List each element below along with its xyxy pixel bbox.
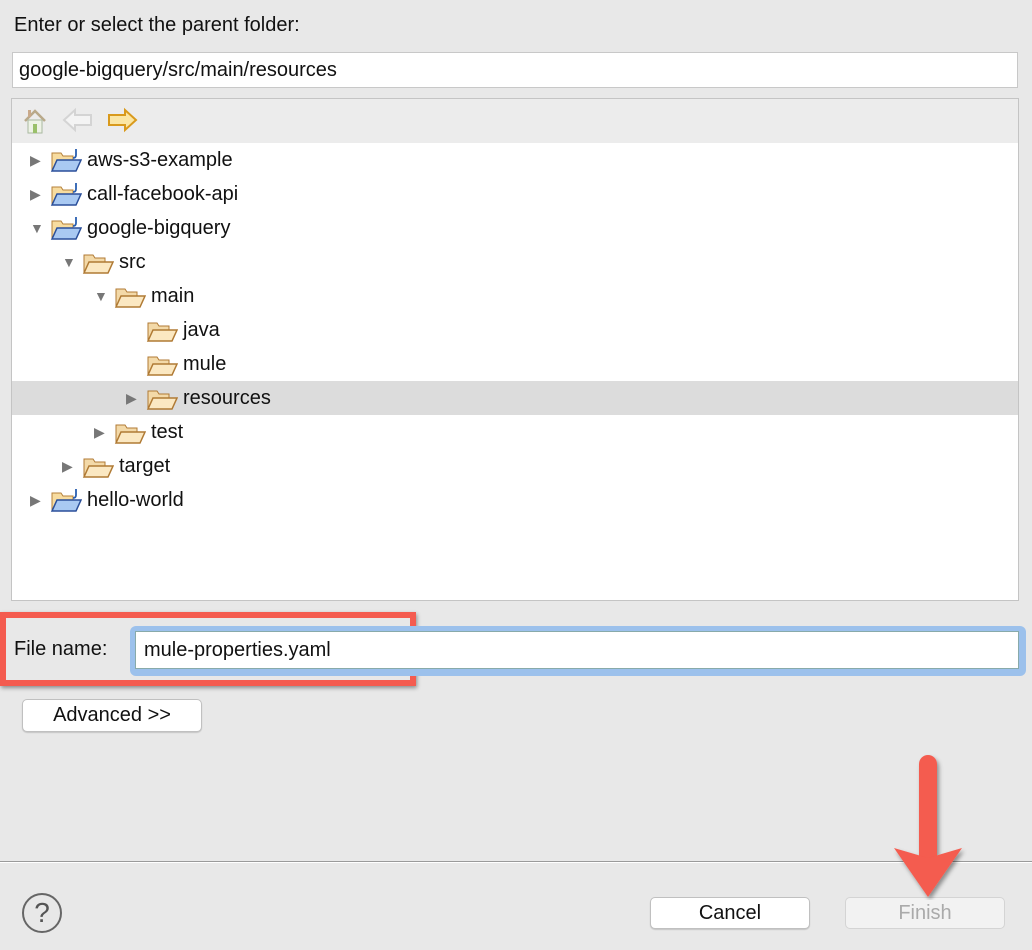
- tree-item[interactable]: ▶ aws-s3-example: [12, 143, 1018, 177]
- folder-tree-panel: ▶ aws-s3-example ▶ call-facebook-api ▼ google…: [11, 98, 1019, 601]
- tree-toolbar: [12, 99, 1018, 143]
- expanded-arrow-icon[interactable]: ▼: [30, 211, 44, 245]
- tree-item-label: java: [183, 319, 220, 341]
- tree-item[interactable]: ▶ target: [12, 449, 1018, 483]
- tree-item-label: target: [119, 455, 171, 477]
- tree-item-label: src: [119, 251, 146, 273]
- collapsed-arrow-icon[interactable]: ▶: [30, 483, 44, 517]
- folder-icon: [114, 285, 147, 308]
- parent-folder-prompt: Enter or select the parent folder:: [14, 14, 300, 36]
- cancel-button[interactable]: Cancel: [650, 897, 810, 929]
- tree-item-label: call-facebook-api: [87, 183, 239, 205]
- help-icon[interactable]: ?: [22, 893, 62, 933]
- tree-item[interactable]: mule: [12, 347, 1018, 381]
- file-name-input[interactable]: [135, 631, 1019, 669]
- tree-item[interactable]: ▼ google-bigquery: [12, 211, 1018, 245]
- parent-folder-input[interactable]: [12, 52, 1018, 88]
- folder-icon: [114, 421, 147, 444]
- folder-icon: [146, 353, 179, 376]
- tree-item-label: hello-world: [87, 489, 184, 511]
- collapsed-arrow-icon[interactable]: ▶: [30, 177, 44, 211]
- tree-item[interactable]: ▶ resources: [12, 381, 1018, 415]
- tree-item-label: test: [151, 421, 184, 443]
- tree-item[interactable]: ▼ main: [12, 279, 1018, 313]
- tree-item[interactable]: ▼ src: [12, 245, 1018, 279]
- back-icon[interactable]: [62, 107, 94, 138]
- tree-item-label: google-bigquery: [87, 217, 231, 239]
- tree-item-label: mule: [183, 353, 227, 375]
- folder-icon: [146, 387, 179, 410]
- finish-button[interactable]: Finish: [845, 897, 1005, 929]
- expanded-arrow-icon[interactable]: ▼: [94, 279, 108, 313]
- java-project-icon: [50, 183, 83, 206]
- java-project-icon: [50, 149, 83, 172]
- tree-item[interactable]: ▶ test: [12, 415, 1018, 449]
- tree-item-label: main: [151, 285, 195, 307]
- collapsed-arrow-icon[interactable]: ▶: [30, 143, 44, 177]
- annotation-arrow-icon: [894, 755, 962, 897]
- file-name-label: File name:: [14, 638, 108, 660]
- home-icon[interactable]: [22, 107, 48, 140]
- tree-item[interactable]: java: [12, 313, 1018, 347]
- java-project-icon: [50, 489, 83, 512]
- collapsed-arrow-icon[interactable]: ▶: [94, 415, 108, 449]
- advanced-button[interactable]: Advanced >>: [22, 699, 202, 732]
- collapsed-arrow-icon[interactable]: ▶: [126, 381, 140, 415]
- folder-icon: [82, 455, 115, 478]
- folder-tree[interactable]: ▶ aws-s3-example ▶ call-facebook-api ▼ google…: [12, 143, 1018, 600]
- java-project-icon: [50, 217, 83, 240]
- collapsed-arrow-icon[interactable]: ▶: [62, 449, 76, 483]
- tree-item-label: resources: [183, 387, 271, 409]
- tree-item-label: aws-s3-example: [87, 149, 233, 171]
- folder-icon: [146, 319, 179, 342]
- tree-item[interactable]: ▶ hello-world: [12, 483, 1018, 517]
- expanded-arrow-icon[interactable]: ▼: [62, 245, 76, 279]
- folder-icon: [82, 251, 115, 274]
- divider: [0, 861, 1032, 863]
- forward-icon[interactable]: [106, 107, 138, 138]
- tree-item[interactable]: ▶ call-facebook-api: [12, 177, 1018, 211]
